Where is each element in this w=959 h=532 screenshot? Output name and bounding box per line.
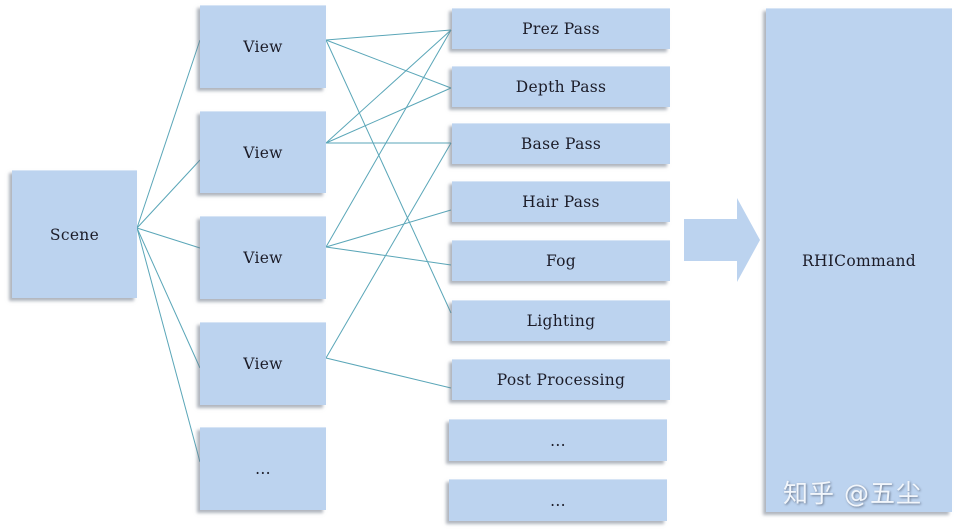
scene-view-connector	[136, 159, 201, 229]
pass-label: Hair Pass	[522, 193, 600, 211]
view-box: View	[200, 5, 326, 88]
scene-view-connector	[136, 227, 201, 369]
pass-label: Fog	[545, 252, 577, 270]
scene-view-connector	[136, 39, 201, 229]
view-label: ...	[255, 460, 271, 478]
pass-box-depth: Depth Pass	[452, 66, 670, 107]
view-pass-connector	[325, 209, 452, 248]
view-pass-connector	[325, 357, 452, 389]
view-box-more: ...	[200, 427, 326, 510]
view-label: View	[243, 143, 283, 162]
view-label: View	[243, 38, 283, 56]
rhicommand-box: RHICommand	[766, 8, 952, 512]
view-pass-connector	[325, 29, 452, 144]
pass-box-lighting: Lighting	[452, 300, 670, 341]
scene-box: Scene	[12, 170, 137, 298]
view-pass-connector	[325, 142, 452, 359]
pass-label: Base Pass	[520, 135, 602, 153]
right-arrow-icon	[684, 198, 760, 282]
view-box: View	[200, 216, 326, 299]
pass-box-hair: Hair Pass	[452, 181, 670, 222]
view-pass-connector	[325, 39, 452, 314]
view-pass-connector	[325, 39, 452, 89]
pass-box-post-processing: Post Processing	[452, 359, 670, 400]
pass-label: Post Processing	[496, 371, 626, 389]
pass-label: Lighting	[526, 312, 596, 330]
view-label: View	[243, 249, 283, 267]
scene-view-connector	[136, 227, 201, 249]
scene-view-connector	[136, 227, 201, 463]
pass-box-prez: Prez Pass	[452, 8, 670, 49]
scene-label: Scene	[49, 225, 100, 244]
pass-box-base: Base Pass	[452, 123, 670, 164]
pass-label: ...	[550, 491, 566, 510]
view-pass-connector	[325, 29, 452, 41]
view-pass-connector	[325, 246, 452, 266]
pass-label: ...	[550, 431, 566, 450]
watermark-text: 知乎 @五尘	[783, 479, 922, 508]
view-pass-connector	[325, 87, 452, 144]
pass-box-fog: Fog	[452, 240, 670, 281]
pass-box-more: ...	[449, 479, 667, 521]
render-pipeline-diagram: Scene View View View View ... Prez Pass …	[0, 0, 959, 532]
pass-label: Depth Pass	[515, 78, 607, 96]
rhicommand-label: RHICommand	[801, 251, 917, 270]
view-pass-connector	[325, 29, 452, 248]
view-box: View	[200, 322, 326, 405]
view-box: View	[200, 111, 326, 193]
pass-label: Prez Pass	[522, 20, 600, 38]
view-label: View	[243, 355, 283, 373]
pass-box-more: ...	[449, 419, 667, 461]
